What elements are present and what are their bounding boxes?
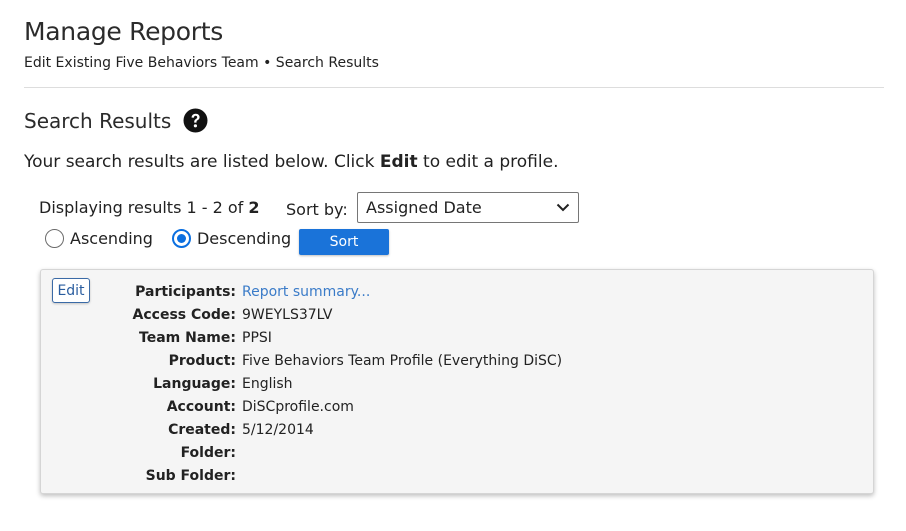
sort-by-selected: Assigned Date [366,198,482,217]
page-title: Manage Reports [24,17,223,46]
field-access-code: Access Code: 9WEYLS37LV [132,307,333,323]
report-summary-link[interactable]: Report summary... [242,281,370,303]
descending-radio[interactable] [171,229,191,248]
field-participants: Participants: Report summary... [41,281,370,303]
descending-label[interactable]: Descending [197,229,291,248]
results-total: 2 [248,198,260,217]
sort-order-group: Ascending Descending [45,229,310,248]
result-card: Edit Participants: Report summary... Acc… [40,269,874,494]
field-product: Product: Five Behaviors Team Profile (Ev… [168,353,563,369]
field-created: Created: 5/12/2014 [168,422,314,438]
field-sub-folder: Sub Folder: [145,468,236,484]
ascending-radio[interactable] [45,229,64,248]
sort-by-select[interactable]: Assigned Date [357,192,579,223]
ascending-label[interactable]: Ascending [70,229,153,248]
field-folder: Folder: [180,445,236,461]
section-header: Search Results [24,108,208,133]
section-title: Search Results [24,108,172,133]
field-team-name: Team Name: PPSI [139,330,272,346]
question-circle-icon[interactable] [183,108,208,133]
field-language: Language: English [153,376,293,392]
sort-button[interactable]: Sort [299,229,389,255]
edit-emphasis: Edit [379,152,418,172]
breadcrumb: Edit Existing Five Behaviors Team • Sear… [24,55,379,71]
intro-text: Your search results are listed below. Cl… [24,152,559,172]
sort-by-label: Sort by: [286,200,348,219]
results-count: Displaying results 1 - 2 of 2 [39,198,260,217]
divider [24,87,884,88]
field-account: Account: DiSCprofile.com [166,399,354,415]
chevron-down-icon [556,203,570,212]
